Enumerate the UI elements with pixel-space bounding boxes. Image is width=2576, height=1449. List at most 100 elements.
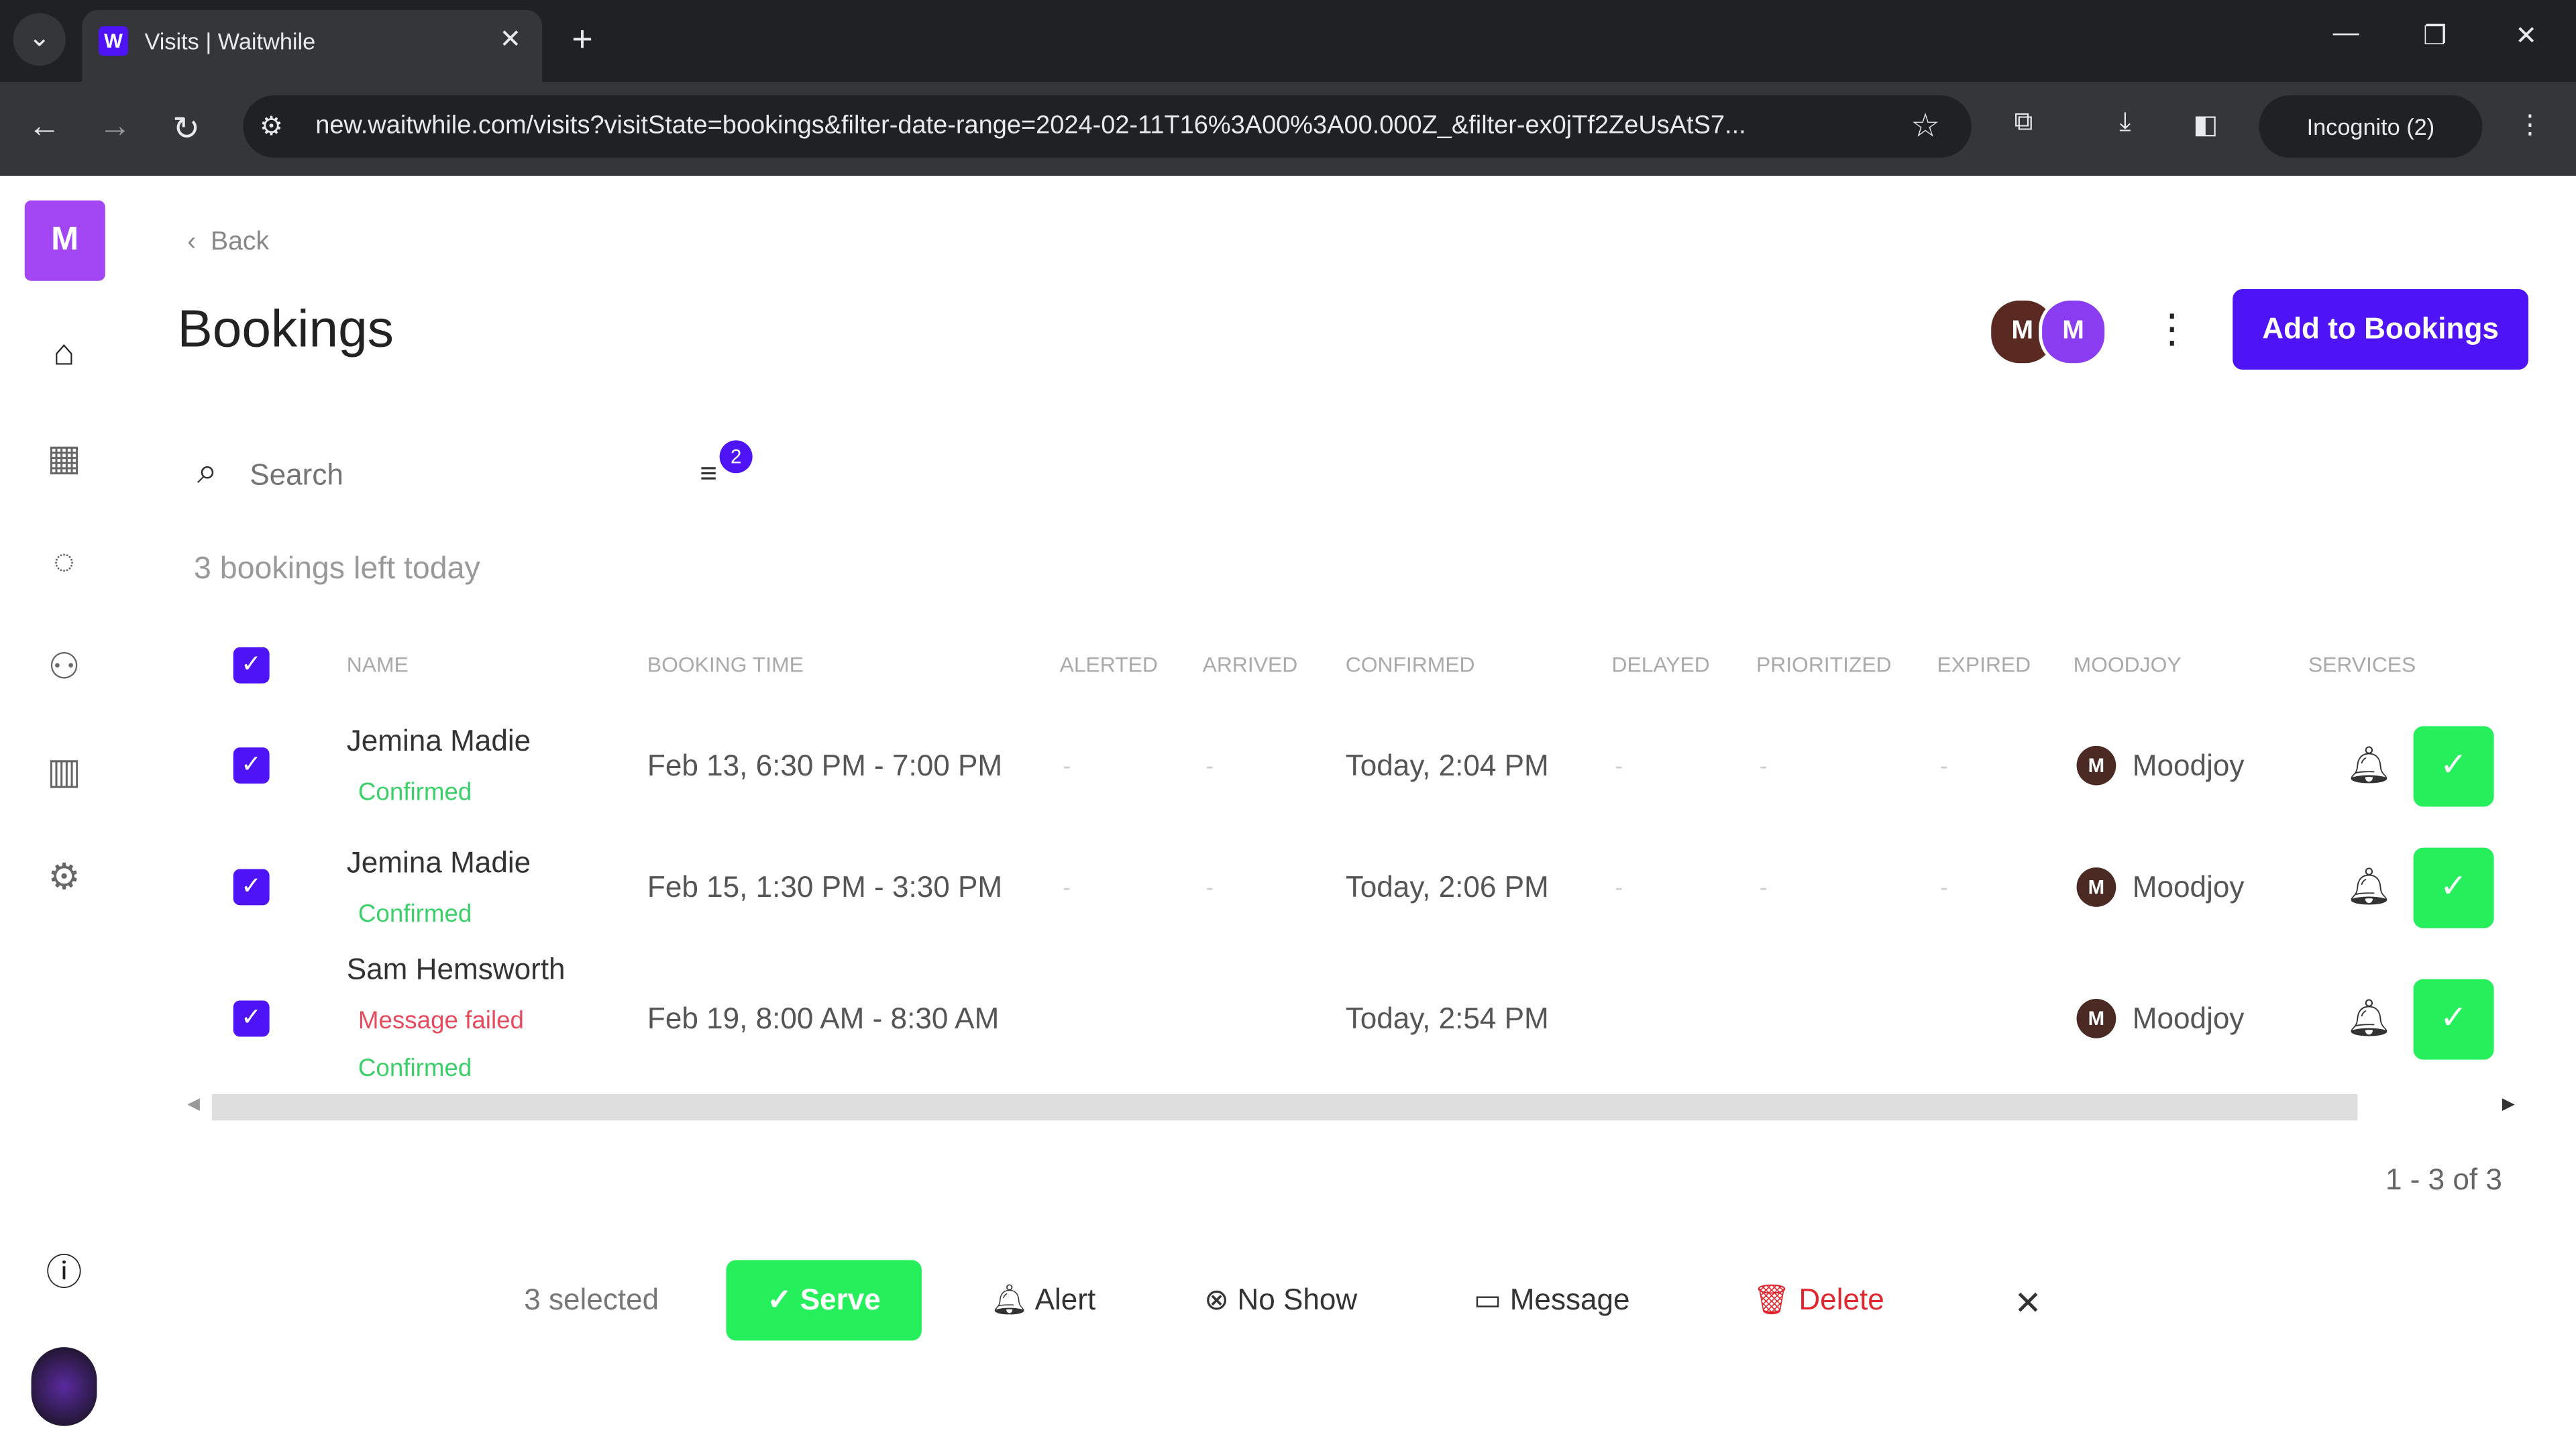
- column-header-confirmed[interactable]: CONFIRMED: [1346, 652, 1475, 677]
- customer-name[interactable]: Jemina Madie: [347, 846, 531, 880]
- resource-avatar: M: [2076, 867, 2116, 907]
- forward-icon[interactable]: →: [99, 109, 131, 146]
- column-header-booking-time[interactable]: BOOKING TIME: [647, 652, 804, 677]
- serve-row-button[interactable]: ✓: [2413, 726, 2494, 807]
- tab-list-icon[interactable]: ⌄: [13, 13, 66, 66]
- row-checkbox[interactable]: ✓: [233, 1000, 270, 1037]
- expired-value: -: [1940, 752, 1948, 779]
- status-badge: Message failed: [358, 1007, 525, 1035]
- more-options-icon[interactable]: ⋮: [2152, 306, 2192, 354]
- confirmed-time: Today, 2:54 PM: [1345, 1002, 1549, 1035]
- select-all-checkbox[interactable]: ✓: [233, 647, 270, 684]
- browser-menu-icon[interactable]: ⋮: [2517, 109, 2543, 142]
- resource-name: Moodjoy: [2132, 749, 2245, 782]
- new-tab-icon[interactable]: +: [572, 18, 592, 61]
- customers-icon[interactable]: ⚇: [40, 643, 89, 692]
- home-icon[interactable]: ⌂: [40, 329, 89, 378]
- tab-title: Visits | Waitwhile: [144, 28, 316, 54]
- delete-button[interactable]: 🗑︎ Delete: [1753, 1283, 1884, 1318]
- row-checkbox[interactable]: ✓: [233, 869, 270, 906]
- url-text[interactable]: new.waitwhile.com/visits?visitState=book…: [315, 112, 1746, 142]
- site-info-icon[interactable]: ⚙: [260, 110, 283, 143]
- back-label: Back: [211, 228, 270, 257]
- restore-icon[interactable]: ❐: [2423, 19, 2447, 52]
- scroll-left-arrow[interactable]: ◀: [187, 1095, 200, 1114]
- org-logo[interactable]: M: [24, 200, 105, 281]
- resource-name: Moodjoy: [2132, 870, 2245, 904]
- serve-row-button[interactable]: ✓: [2413, 847, 2494, 928]
- booking-time: Feb 15, 1:30 PM - 3:30 PM: [647, 870, 1003, 904]
- column-header-services[interactable]: SERVICES: [2308, 652, 2416, 677]
- filter-count-badge: 2: [719, 440, 753, 474]
- search-input[interactable]: [246, 451, 664, 498]
- download-icon[interactable]: ⤓: [2119, 109, 2131, 138]
- extensions-icon[interactable]: ⧉: [2014, 109, 2033, 138]
- alert-button[interactable]: 🔔︎ Alert: [991, 1283, 1095, 1318]
- message-label: Message: [1509, 1283, 1630, 1316]
- bookmark-star-icon[interactable]: ☆: [1911, 105, 1940, 146]
- customer-name[interactable]: Jemina Madie: [347, 724, 531, 759]
- arrived-value: -: [1205, 752, 1214, 779]
- calendar-icon[interactable]: ▦: [40, 434, 89, 483]
- no-show-label: No Show: [1237, 1283, 1358, 1316]
- horizontal-scrollbar-thumb[interactable]: [211, 1094, 2358, 1121]
- alerted-value: -: [1063, 752, 1071, 779]
- avatar[interactable]: M: [2039, 297, 2108, 367]
- serve-row-button[interactable]: ✓: [2413, 979, 2494, 1060]
- back-link[interactable]: ‹ Back: [187, 228, 269, 258]
- analytics-icon[interactable]: ▥: [40, 747, 89, 796]
- close-tab-icon[interactable]: ✕: [499, 23, 521, 56]
- minimize-icon[interactable]: —: [2333, 19, 2359, 49]
- close-window-icon[interactable]: ✕: [2515, 19, 2537, 52]
- prioritized-value: -: [1759, 873, 1768, 901]
- filter-icon[interactable]: ≡: [700, 457, 717, 491]
- column-header-expired[interactable]: EXPIRED: [1937, 652, 2031, 677]
- incognito-badge[interactable]: Incognito (2): [2259, 95, 2483, 158]
- scroll-right-arrow[interactable]: ▶: [2502, 1095, 2515, 1114]
- resource-name: Moodjoy: [2132, 1002, 2245, 1035]
- back-icon[interactable]: ←: [28, 109, 61, 146]
- bell-icon[interactable]: 🔔︎: [2346, 744, 2392, 787]
- close-selection-icon[interactable]: ✕: [2014, 1283, 2041, 1324]
- arrived-value: -: [1205, 873, 1214, 901]
- search-icon: ⌕: [197, 450, 218, 492]
- bell-icon: 🔔︎: [990, 1283, 1028, 1316]
- status-badge: Confirmed: [358, 900, 472, 928]
- add-to-bookings-button[interactable]: Add to Bookings: [2233, 289, 2529, 370]
- alerted-value: -: [1063, 873, 1071, 901]
- x-circle-icon: ⊗: [1204, 1283, 1230, 1316]
- column-header-name[interactable]: NAME: [347, 652, 409, 677]
- bell-icon[interactable]: 🔔︎: [2346, 866, 2392, 909]
- booking-time: Feb 13, 6:30 PM - 7:00 PM: [647, 749, 1003, 782]
- message-icon: ▭: [1473, 1283, 1502, 1316]
- serve-label: Serve: [800, 1283, 881, 1316]
- settings-icon[interactable]: ⚙: [40, 853, 89, 902]
- no-show-button[interactable]: ⊗ No Show: [1204, 1283, 1357, 1318]
- delayed-value: -: [1615, 752, 1623, 779]
- column-header-arrived[interactable]: ARRIVED: [1203, 652, 1298, 677]
- status-badge: Confirmed: [358, 778, 472, 807]
- expired-value: -: [1940, 873, 1948, 901]
- user-avatar[interactable]: [31, 1347, 97, 1426]
- reload-icon[interactable]: ↻: [172, 109, 200, 150]
- customer-name[interactable]: Sam Hemsworth: [347, 953, 566, 987]
- help-icon[interactable]: ⓘ: [40, 1248, 89, 1297]
- bell-icon[interactable]: 🔔︎: [2346, 998, 2392, 1040]
- message-button[interactable]: ▭ Message: [1474, 1283, 1630, 1318]
- column-header-moodjoy[interactable]: MOODJOY: [2074, 652, 2182, 677]
- confirmed-time: Today, 2:06 PM: [1345, 870, 1549, 904]
- delayed-value: -: [1615, 873, 1623, 901]
- prioritized-value: -: [1759, 752, 1768, 779]
- column-header-alerted[interactable]: ALERTED: [1060, 652, 1158, 677]
- trash-icon: 🗑︎: [1753, 1283, 1791, 1316]
- chat-icon[interactable]: ◌: [40, 537, 89, 586]
- column-header-delayed[interactable]: DELAYED: [1611, 652, 1709, 677]
- alert-label: Alert: [1034, 1283, 1096, 1316]
- column-header-prioritized[interactable]: PRIORITIZED: [1756, 652, 1892, 677]
- confirmed-time: Today, 2:04 PM: [1345, 749, 1549, 782]
- side-panel-icon[interactable]: ◧: [2193, 109, 2218, 142]
- row-checkbox[interactable]: ✓: [233, 747, 270, 784]
- page-title: Bookings: [177, 299, 394, 358]
- serve-button[interactable]: ✓ Serve: [726, 1260, 922, 1341]
- resource-avatar: M: [2076, 745, 2116, 786]
